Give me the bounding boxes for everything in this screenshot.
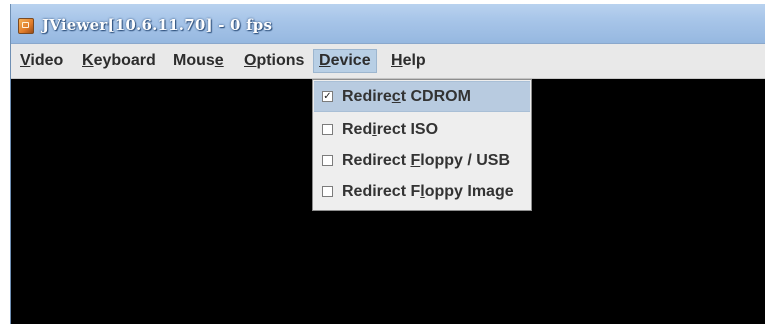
menu-item-redirect-floppy-image[interactable]: Redirect Floppy Image [314, 176, 530, 207]
checkbox-icon[interactable] [322, 186, 333, 197]
menu-video-label: Video [20, 52, 64, 69]
checkbox-icon[interactable] [322, 155, 333, 166]
menu-mouse-label: Mouse [173, 52, 224, 69]
title-bar[interactable]: JViewer[10.6.11.70] - 0 fps [11, 4, 765, 44]
menu-options[interactable]: Options [239, 49, 309, 73]
menu-options-label: Options [244, 52, 305, 69]
checkbox-checked-icon[interactable]: ✓ [322, 91, 333, 102]
menu-video[interactable]: Video [15, 49, 68, 73]
menu-help[interactable]: Help [386, 49, 431, 73]
menu-item-redirect-iso[interactable]: Redirect ISO [314, 114, 530, 145]
redirect-cdrom-label: Redirect CDROM [342, 88, 471, 105]
menu-device-label: Device [319, 52, 371, 69]
redirect-iso-label: Redirect ISO [342, 121, 439, 138]
menu-item-redirect-floppy-usb[interactable]: Redirect Floppy / USB [314, 145, 530, 176]
menu-help-label: Help [391, 52, 426, 69]
menu-item-redirect-cdrom[interactable]: ✓ Redirect CDROM [314, 81, 530, 112]
java-app-icon [18, 18, 34, 34]
redirect-floppy-usb-label: Redirect Floppy / USB [342, 152, 511, 169]
checkbox-icon[interactable] [322, 124, 333, 135]
menu-keyboard[interactable]: Keyboard [77, 49, 161, 73]
redirect-floppy-image-label: Redirect Floppy Image [342, 183, 514, 200]
menu-keyboard-label: Keyboard [82, 52, 156, 69]
menu-device[interactable]: Device [313, 49, 377, 73]
menu-bar: Video Keyboard Mouse Options Device Help [11, 44, 765, 79]
menu-mouse[interactable]: Mouse [168, 49, 229, 73]
device-dropdown-menu: ✓ Redirect CDROM Redirect ISO Redirect F… [312, 79, 532, 211]
window-title: JViewer[10.6.11.70] - 0 fps [42, 16, 273, 34]
